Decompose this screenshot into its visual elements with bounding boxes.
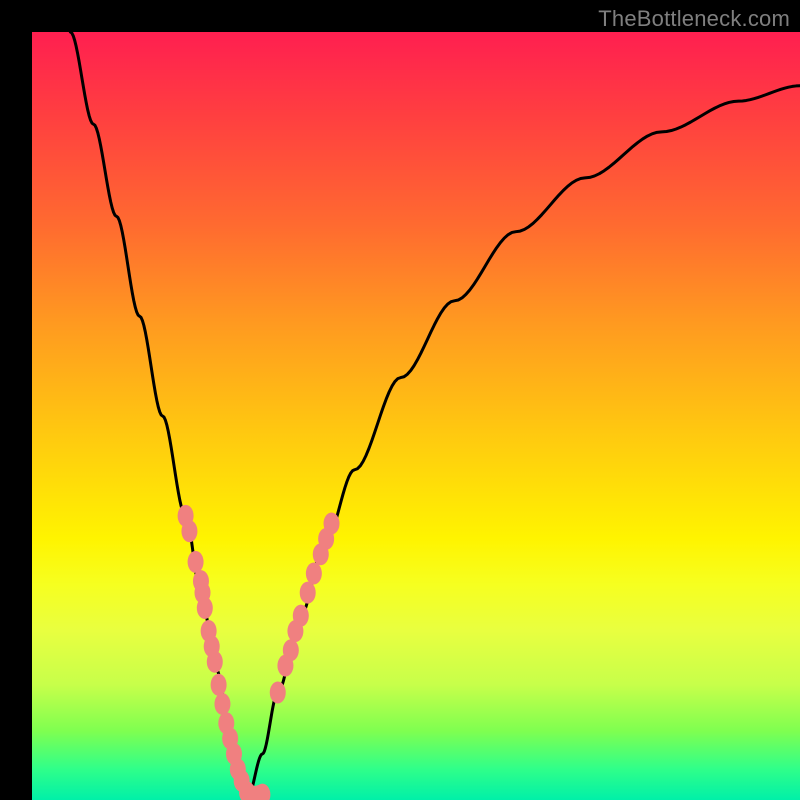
marker-dot bbox=[207, 651, 223, 673]
marker-dot bbox=[197, 597, 213, 619]
chart-overlay bbox=[32, 32, 800, 800]
watermark-text: TheBottleneck.com bbox=[598, 6, 790, 32]
marker-dot bbox=[270, 681, 286, 703]
bottleneck-curve bbox=[70, 32, 800, 800]
marker-dot bbox=[181, 520, 197, 542]
marker-dot bbox=[293, 605, 309, 627]
marker-dot bbox=[283, 639, 299, 661]
curve-right-branch bbox=[247, 86, 800, 800]
chart-stage: TheBottleneck.com bbox=[0, 0, 800, 800]
plot-area bbox=[32, 32, 800, 800]
marker-dot bbox=[324, 513, 340, 535]
data-markers bbox=[178, 505, 340, 800]
marker-dot bbox=[300, 582, 316, 604]
marker-dot bbox=[306, 562, 322, 584]
marker-dot bbox=[214, 693, 230, 715]
marker-dot bbox=[211, 674, 227, 696]
marker-dot bbox=[188, 551, 204, 573]
